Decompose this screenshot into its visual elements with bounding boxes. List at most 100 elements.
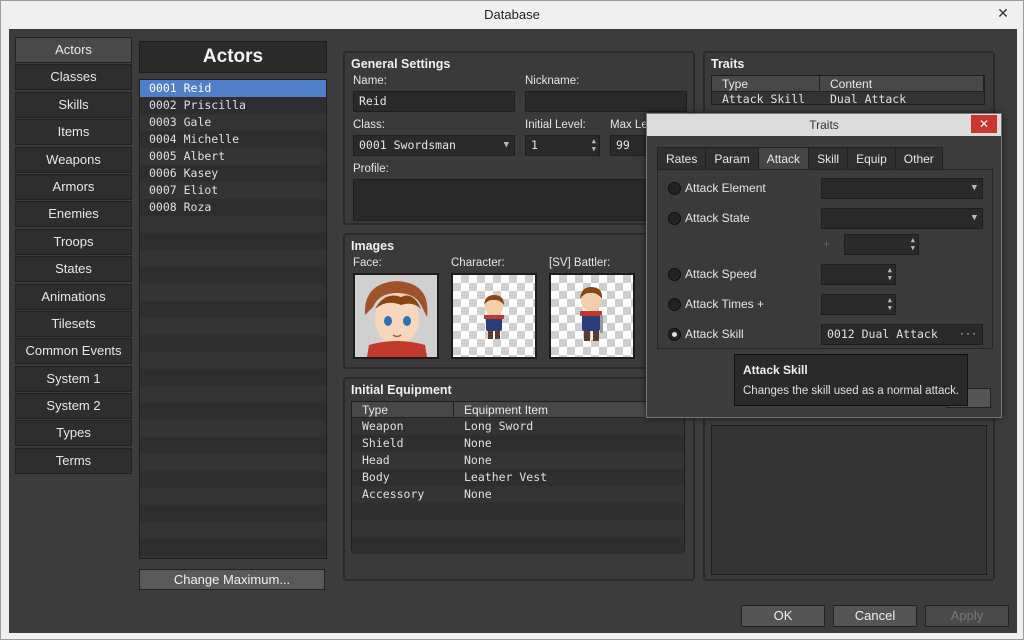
- tab-system-1[interactable]: System 1: [15, 365, 132, 392]
- close-icon[interactable]: ✕: [989, 3, 1017, 23]
- list-item[interactable]: 0001 Reid: [140, 80, 326, 97]
- attack-times-stepper[interactable]: ▲ ▼: [821, 294, 896, 315]
- tab-actors[interactable]: Actors: [15, 37, 132, 63]
- class-label: Class:: [353, 119, 385, 131]
- initial-equipment-panel: Initial Equipment Type Equipment Item We…: [343, 377, 695, 581]
- tab-rates[interactable]: Rates: [657, 147, 707, 169]
- initial-level-stepper[interactable]: 1 ▲ ▼: [525, 135, 600, 156]
- actors-list[interactable]: 0001 Reid 0002 Priscilla 0003 Gale 0004 …: [139, 79, 327, 559]
- equip-item-cell: None: [464, 436, 492, 450]
- table-row[interactable]: Shield None: [352, 435, 684, 452]
- attack-speed-radio[interactable]: [668, 268, 681, 281]
- name-label: Name:: [353, 75, 387, 87]
- list-item[interactable]: 0002 Priscilla: [140, 97, 326, 114]
- ellipsis-icon[interactable]: ···: [959, 325, 977, 344]
- tab-tilesets[interactable]: Tilesets: [15, 310, 132, 337]
- list-item[interactable]: 0005 Albert: [140, 148, 326, 165]
- empty-row: [140, 284, 326, 301]
- table-row[interactable]: Accessory None: [352, 486, 684, 503]
- tab-equip[interactable]: Equip: [847, 147, 896, 169]
- trait-content-cell: Dual Attack: [830, 92, 907, 106]
- spinner-icon[interactable]: ▲ ▼: [888, 296, 892, 312]
- table-row[interactable]: Attack Skill Dual Attack: [712, 92, 984, 107]
- attack-element-dropdown[interactable]: ▼: [821, 178, 983, 199]
- tab-enemies[interactable]: Enemies: [15, 201, 132, 228]
- character-label: Character:: [451, 257, 505, 269]
- list-item[interactable]: 0006 Kasey: [140, 165, 326, 182]
- attack-skill-radio[interactable]: [668, 328, 681, 341]
- attack-state-dropdown[interactable]: ▼: [821, 208, 983, 229]
- equip-item-cell: Leather Vest: [464, 470, 548, 484]
- table-row[interactable]: Head None: [352, 452, 684, 469]
- equip-item-cell: None: [464, 487, 492, 501]
- spinner-icon[interactable]: ▲ ▼: [592, 137, 596, 153]
- tab-param[interactable]: Param: [705, 147, 759, 169]
- battler-sprite-icon: [580, 287, 603, 341]
- traits-table[interactable]: Type Content Attack Skill Dual Attack: [711, 75, 985, 107]
- traits-table-header: Type Content: [712, 76, 984, 92]
- nickname-label: Nickname:: [525, 75, 580, 87]
- tab-items[interactable]: Items: [15, 119, 132, 146]
- list-item[interactable]: 0008 Roza: [140, 199, 326, 216]
- table-row[interactable]: Weapon Long Sword: [352, 418, 684, 435]
- tab-types[interactable]: Types: [15, 420, 132, 447]
- empty-row: [352, 503, 684, 520]
- cancel-button[interactable]: Cancel: [833, 605, 917, 627]
- ok-button[interactable]: OK: [741, 605, 825, 627]
- battler-image[interactable]: [549, 273, 635, 359]
- class-dropdown[interactable]: 0001 Swordsman ▼: [353, 135, 515, 156]
- tab-terms[interactable]: Terms: [15, 447, 132, 474]
- table-row[interactable]: Body Leather Vest: [352, 469, 684, 486]
- title-bar: Database ✕: [1, 1, 1023, 28]
- attack-times-radio[interactable]: [668, 298, 681, 311]
- tab-skills[interactable]: Skills: [15, 91, 132, 118]
- attack-element-label: Attack Element: [685, 181, 766, 195]
- attack-state-radio[interactable]: [668, 212, 681, 225]
- tab-troops[interactable]: Troops: [15, 228, 132, 255]
- equipment-table[interactable]: Type Equipment Item Weapon Long Sword Shi…: [351, 401, 685, 554]
- close-icon[interactable]: ✕: [971, 115, 997, 133]
- profile-textarea[interactable]: [353, 179, 687, 221]
- initial-level-value: 1: [531, 138, 538, 152]
- chevron-down-icon: ▼: [503, 140, 509, 150]
- list-item[interactable]: 0004 Michelle: [140, 131, 326, 148]
- tab-states[interactable]: States: [15, 256, 132, 283]
- tab-attack[interactable]: Attack: [757, 147, 810, 169]
- attack-speed-stepper[interactable]: ▲ ▼: [821, 264, 896, 285]
- equip-item-cell: None: [464, 453, 492, 467]
- spinner-icon[interactable]: ▲ ▼: [911, 236, 915, 252]
- battler-label: [SV] Battler:: [549, 257, 611, 269]
- apply-button[interactable]: Apply: [925, 605, 1009, 627]
- name-field[interactable]: Reid: [353, 91, 515, 112]
- tab-classes[interactable]: Classes: [15, 64, 132, 91]
- change-maximum-button[interactable]: Change Maximum...: [139, 569, 325, 590]
- attack-skill-selector[interactable]: 0012 Dual Attack ···: [821, 324, 983, 345]
- empty-row: [140, 420, 326, 437]
- category-tabs: Actors Classes Skills Items Weapons Armo…: [15, 37, 132, 475]
- tab-skill[interactable]: Skill: [808, 147, 849, 169]
- tooltip: Attack Skill Changes the skill used as a…: [734, 354, 968, 406]
- list-item[interactable]: 0003 Gale: [140, 114, 326, 131]
- general-settings-title: General Settings: [351, 57, 451, 71]
- attack-state-rate-stepper[interactable]: ▲ ▼: [844, 234, 919, 255]
- equip-item-cell: Long Sword: [464, 419, 534, 433]
- tab-animations[interactable]: Animations: [15, 283, 132, 310]
- initial-equipment-title: Initial Equipment: [351, 383, 452, 397]
- nickname-field[interactable]: [525, 91, 687, 112]
- tab-armors[interactable]: Armors: [15, 173, 132, 200]
- tab-weapons[interactable]: Weapons: [15, 146, 132, 173]
- empty-row: [352, 537, 684, 554]
- face-image[interactable]: [353, 273, 439, 359]
- column-header-type: Type: [352, 402, 454, 417]
- attack-element-radio[interactable]: [668, 182, 681, 195]
- empty-row: [140, 471, 326, 488]
- list-item[interactable]: 0007 Eliot: [140, 182, 326, 199]
- tab-other[interactable]: Other: [894, 147, 943, 169]
- tab-common-events[interactable]: Common Events: [15, 338, 132, 365]
- spinner-icon[interactable]: ▲ ▼: [888, 266, 892, 282]
- character-image[interactable]: [451, 273, 537, 359]
- note-area[interactable]: [711, 425, 987, 575]
- tab-system-2[interactable]: System 2: [15, 393, 132, 420]
- max-level-value: 99: [616, 138, 630, 152]
- empty-row: [140, 488, 326, 505]
